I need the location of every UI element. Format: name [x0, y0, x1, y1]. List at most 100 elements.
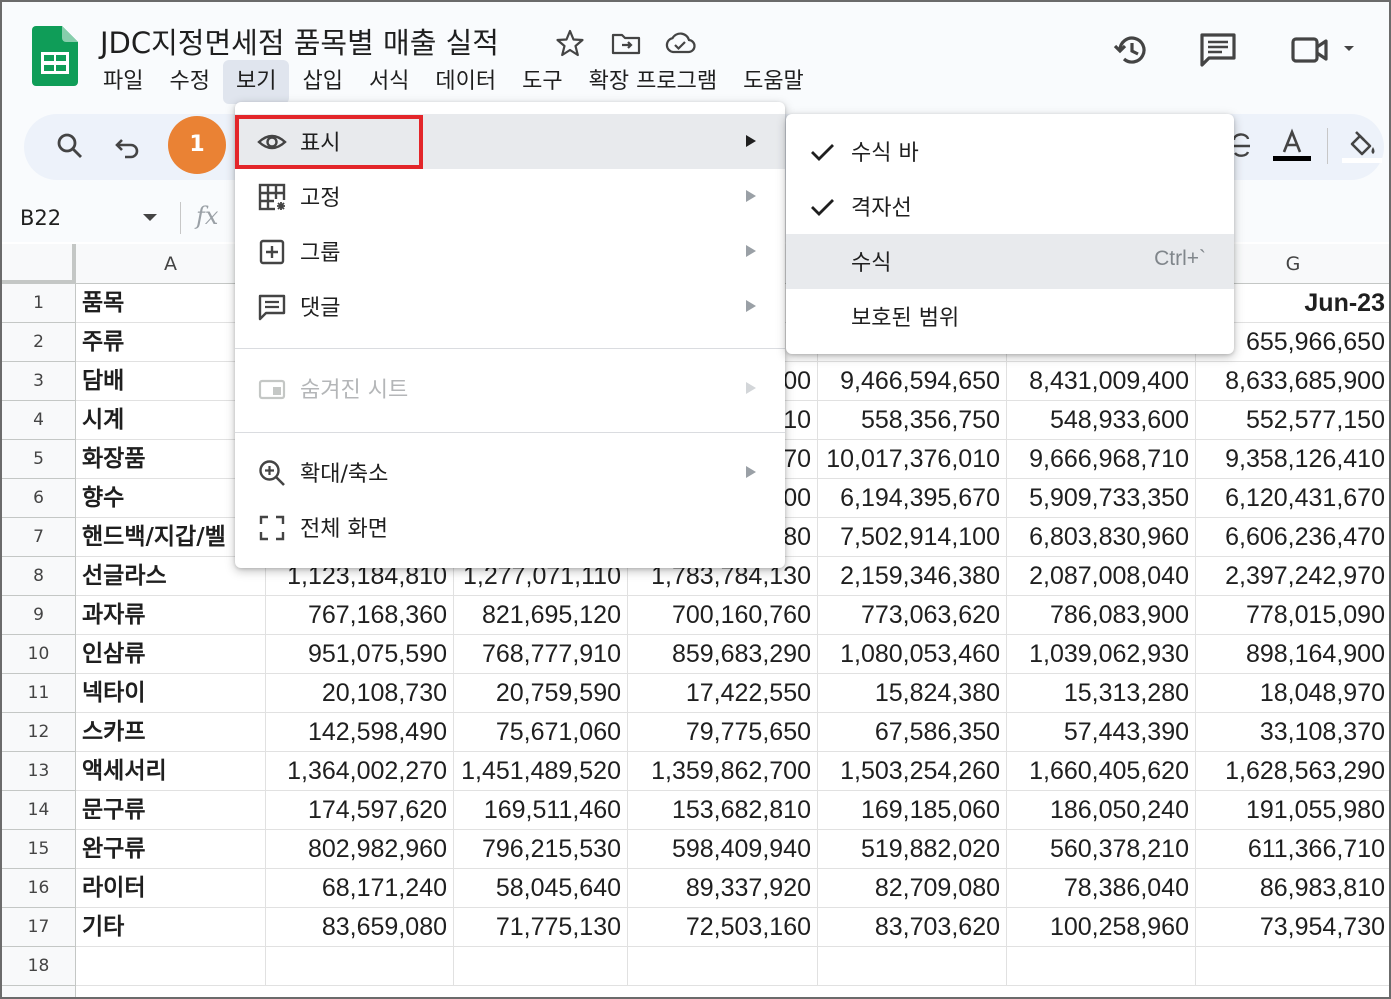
table-cell[interactable]: [76, 947, 266, 986]
row-header[interactable]: 15: [2, 830, 76, 869]
version-history-icon[interactable]: [1112, 30, 1152, 70]
table-cell[interactable]: 796,215,530: [454, 830, 628, 869]
table-cell[interactable]: 79,775,650: [628, 713, 818, 752]
show-submenu-item-protected-ranges[interactable]: 보호된 범위: [786, 289, 1234, 344]
table-cell[interactable]: 73,954,730: [1196, 908, 1389, 947]
table-cell[interactable]: 802,982,960: [266, 830, 454, 869]
table-cell[interactable]: 15,313,280: [1007, 674, 1196, 713]
table-cell[interactable]: 2,397,242,970: [1196, 557, 1389, 596]
table-cell[interactable]: 17,422,550: [628, 674, 818, 713]
table-cell[interactable]: 552,577,150: [1196, 401, 1389, 440]
table-cell[interactable]: 611,366,710: [1196, 830, 1389, 869]
table-cell[interactable]: 859,683,290: [628, 635, 818, 674]
table-cell[interactable]: 57,443,390: [1007, 713, 1196, 752]
table-cell[interactable]: 82,709,080: [818, 869, 1007, 908]
menu-tools[interactable]: 도구: [509, 60, 575, 104]
table-cell[interactable]: 7,502,914,100: [818, 518, 1007, 557]
menu-data[interactable]: 데이터: [422, 60, 509, 104]
table-cell[interactable]: 2,087,008,040: [1007, 557, 1196, 596]
table-cell[interactable]: 33,108,370: [1196, 713, 1389, 752]
show-submenu-item-formulas[interactable]: 수식 Ctrl+`: [786, 234, 1234, 289]
table-cell[interactable]: 560,378,210: [1007, 830, 1196, 869]
table-cell[interactable]: 786,083,900: [1007, 596, 1196, 635]
meet-camera-icon[interactable]: [1290, 30, 1360, 70]
table-cell[interactable]: [1196, 947, 1389, 986]
fill-color-icon[interactable]: [1342, 128, 1382, 164]
table-cell[interactable]: 89,337,920: [628, 869, 818, 908]
table-cell[interactable]: 72,503,160: [628, 908, 818, 947]
table-cell[interactable]: 186,050,240: [1007, 791, 1196, 830]
row-header[interactable]: 16: [2, 869, 76, 908]
menu-extensions[interactable]: 확장 프로그램: [576, 60, 730, 104]
table-cell[interactable]: [628, 947, 818, 986]
sheets-logo-icon[interactable]: [32, 26, 78, 86]
table-cell[interactable]: 18,048,970: [1196, 674, 1389, 713]
table-cell[interactable]: 10,017,376,010: [818, 440, 1007, 479]
table-cell[interactable]: 778,015,090: [1196, 596, 1389, 635]
table-cell[interactable]: 191,055,980: [1196, 791, 1389, 830]
table-cell[interactable]: [1007, 947, 1196, 986]
table-cell[interactable]: 넥타이: [76, 674, 266, 713]
table-cell[interactable]: 153,682,810: [628, 791, 818, 830]
menu-insert[interactable]: 삽입: [289, 60, 355, 104]
table-cell[interactable]: 548,933,600: [1007, 401, 1196, 440]
row-header[interactable]: 3: [2, 362, 76, 401]
table-cell[interactable]: 169,511,460: [454, 791, 628, 830]
search-menus-icon[interactable]: [52, 128, 88, 164]
table-cell[interactable]: 519,882,020: [818, 830, 1007, 869]
row-header[interactable]: 7: [2, 518, 76, 557]
table-cell[interactable]: 1,503,254,260: [818, 752, 1007, 791]
row-header[interactable]: 6: [2, 479, 76, 518]
table-cell[interactable]: 1,359,862,700: [628, 752, 818, 791]
table-cell[interactable]: 8,633,685,900: [1196, 362, 1389, 401]
show-submenu-item-formula-bar[interactable]: 수식 바: [786, 124, 1234, 179]
table-cell[interactable]: 과자류: [76, 596, 266, 635]
row-header[interactable]: 12: [2, 713, 76, 752]
row-header[interactable]: 13: [2, 752, 76, 791]
table-cell[interactable]: 86,983,810: [1196, 869, 1389, 908]
move-folder-icon[interactable]: [610, 27, 642, 59]
row-header[interactable]: 4: [2, 401, 76, 440]
table-cell[interactable]: [454, 947, 628, 986]
row-header[interactable]: 17: [2, 908, 76, 947]
table-cell[interactable]: 700,160,760: [628, 596, 818, 635]
view-menu-item-comments[interactable]: 댓글: [235, 279, 785, 334]
star-icon[interactable]: [554, 27, 586, 59]
table-cell[interactable]: 문구류: [76, 791, 266, 830]
menu-edit[interactable]: 수정: [156, 60, 222, 104]
cloud-saved-icon[interactable]: [664, 27, 696, 59]
table-cell[interactable]: 71,775,130: [454, 908, 628, 947]
select-all-corner[interactable]: [2, 244, 76, 284]
menu-view[interactable]: 보기: [222, 60, 290, 104]
table-cell[interactable]: 5,909,733,350: [1007, 479, 1196, 518]
table-cell[interactable]: 1,080,053,460: [818, 635, 1007, 674]
table-cell[interactable]: 액세서리: [76, 752, 266, 791]
table-cell[interactable]: 9,666,968,710: [1007, 440, 1196, 479]
table-cell[interactable]: 1,364,002,270: [266, 752, 454, 791]
table-cell[interactable]: 인삼류: [76, 635, 266, 674]
table-cell[interactable]: 2,159,346,380: [818, 557, 1007, 596]
view-menu-item-freeze[interactable]: 고정: [235, 169, 785, 224]
row-header[interactable]: 10: [2, 635, 76, 674]
table-cell[interactable]: 598,409,940: [628, 830, 818, 869]
row-header[interactable]: 5: [2, 440, 76, 479]
row-header[interactable]: 1: [2, 284, 76, 323]
table-cell[interactable]: 83,703,620: [818, 908, 1007, 947]
table-cell[interactable]: 20,759,590: [454, 674, 628, 713]
table-cell[interactable]: 58,045,640: [454, 869, 628, 908]
name-box-dropdown-icon[interactable]: [142, 213, 158, 223]
row-header[interactable]: 14: [2, 791, 76, 830]
table-cell[interactable]: 9,466,594,650: [818, 362, 1007, 401]
table-cell[interactable]: 898,164,900: [1196, 635, 1389, 674]
table-cell[interactable]: 1,451,489,520: [454, 752, 628, 791]
row-header[interactable]: 19: [2, 986, 76, 997]
row-header[interactable]: 2: [2, 323, 76, 362]
table-cell[interactable]: 9,358,126,410: [1196, 440, 1389, 479]
view-menu-item-group[interactable]: 그룹: [235, 224, 785, 279]
table-cell[interactable]: 75,671,060: [454, 713, 628, 752]
table-cell[interactable]: 8,431,009,400: [1007, 362, 1196, 401]
table-cell[interactable]: 기타: [76, 908, 266, 947]
table-cell[interactable]: 6,803,830,960: [1007, 518, 1196, 557]
table-cell[interactable]: 773,063,620: [818, 596, 1007, 635]
document-title[interactable]: JDC지정면세점 품목별 매출 실적: [100, 20, 499, 62]
